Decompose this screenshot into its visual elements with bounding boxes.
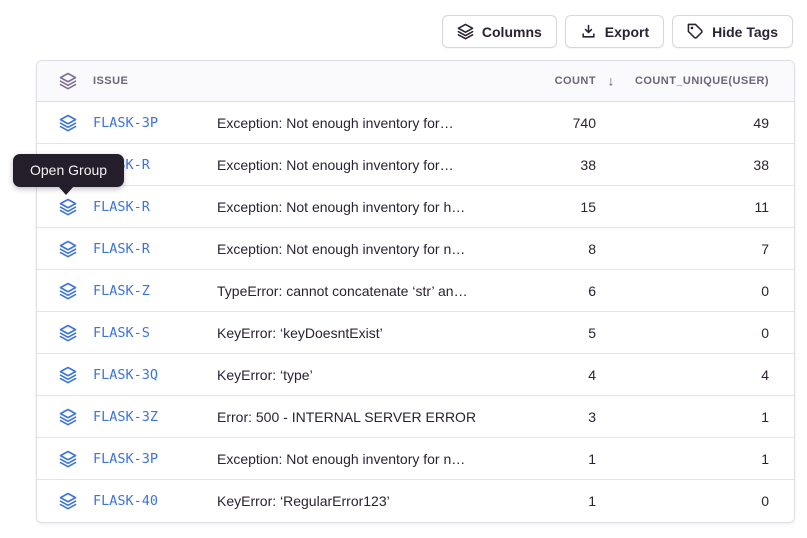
count-unique-value: 1 [596,451,769,467]
layers-icon[interactable] [59,492,77,510]
count-value: 3 [496,409,596,425]
count-unique-value: 11 [596,199,769,215]
layers-icon[interactable] [59,324,77,342]
table-row: FLASK-R Exception: Not enough inventory … [37,228,794,270]
table-row: FLASK-R Exception: Not enough inventory … [37,144,794,186]
layers-icon[interactable] [59,282,77,300]
tag-icon [687,23,704,40]
issues-table: ISSUE COUNT↓ COUNT_UNIQUE(USER) FLAS [36,60,795,523]
issue-cell: FLASK-R [37,198,217,216]
toolbar: Columns Export Hide Tags [442,15,793,48]
issue-cell: FLASK-3P [37,450,217,468]
issue-link[interactable]: FLASK-3P [93,115,158,131]
table-row: FLASK-3P Exception: Not enough inventory… [37,438,794,480]
count-value: 8 [496,241,596,257]
issue-cell: FLASK-S [37,324,217,342]
sort-desc-icon: ↓ [608,72,615,88]
columns-button-label: Columns [482,24,542,40]
count-unique-value: 49 [596,115,769,131]
hide-tags-button[interactable]: Hide Tags [672,15,793,48]
issue-link[interactable]: FLASK-Z [93,283,150,299]
issue-title: Exception: Not enough inventory for… [217,157,496,173]
column-header-issue-label: ISSUE [93,75,128,87]
issue-title: Exception: Not enough inventory for h… [217,199,496,215]
table-row: FLASK-3Z Error: 500 - INTERNAL SERVER ER… [37,396,794,438]
count-value: 1 [496,451,596,467]
layers-icon[interactable] [59,450,77,468]
layers-icon[interactable] [59,366,77,384]
open-group-tooltip: Open Group [13,154,124,187]
layers-icon[interactable] [59,408,77,426]
table-row: FLASK-3P Exception: Not enough inventory… [37,102,794,144]
layers-icon [457,23,474,40]
table-body: FLASK-3P Exception: Not enough inventory… [37,102,794,522]
count-unique-value: 0 [596,493,769,509]
count-unique-value: 4 [596,367,769,383]
count-unique-value: 1 [596,409,769,425]
count-value: 38 [496,157,596,173]
count-value: 740 [496,115,596,131]
count-value: 15 [496,199,596,215]
issue-title: KeyError: ‘RegularError123’ [217,493,496,509]
layers-icon [59,72,77,90]
columns-button[interactable]: Columns [442,15,557,48]
table-row: FLASK-40 KeyError: ‘RegularError123’ 1 0 [37,480,794,522]
issue-cell: FLASK-3Q [37,366,217,384]
issue-cell: FLASK-3Z [37,408,217,426]
count-unique-value: 38 [596,157,769,173]
issue-title: Exception: Not enough inventory for n… [217,241,496,257]
table-row: FLASK-3Q KeyError: ‘type’ 4 4 [37,354,794,396]
table-header: ISSUE COUNT↓ COUNT_UNIQUE(USER) [37,61,794,102]
column-header-count[interactable]: COUNT↓ [496,75,596,87]
count-value: 1 [496,493,596,509]
count-value: 4 [496,367,596,383]
table-row: FLASK-R Exception: Not enough inventory … [37,186,794,228]
issue-link[interactable]: FLASK-3P [93,451,158,467]
layers-icon[interactable] [59,114,77,132]
count-unique-value: 0 [596,283,769,299]
column-header-count-unique[interactable]: COUNT_UNIQUE(USER) [596,75,769,87]
layers-icon[interactable] [59,198,77,216]
issue-cell: FLASK-Z [37,282,217,300]
table-row: FLASK-Z TypeError: cannot concatenate ‘s… [37,270,794,312]
export-button[interactable]: Export [565,15,664,48]
count-unique-value: 7 [596,241,769,257]
issue-link[interactable]: FLASK-R [93,241,150,257]
tooltip-caret [58,186,74,195]
issue-cell: FLASK-3P [37,114,217,132]
issue-link[interactable]: FLASK-S [93,325,150,341]
issue-link[interactable]: FLASK-R [93,199,150,215]
issue-title: KeyError: ‘keyDoesntExist’ [217,325,496,341]
open-group-tooltip-label: Open Group [30,162,107,178]
issue-cell: FLASK-40 [37,492,217,510]
layers-icon[interactable] [59,240,77,258]
table-row: FLASK-S KeyError: ‘keyDoesntExist’ 5 0 [37,312,794,354]
hide-tags-button-label: Hide Tags [712,24,778,40]
issue-title: TypeError: cannot concatenate ‘str’ an… [217,283,496,299]
export-button-label: Export [605,24,649,40]
issue-link[interactable]: FLASK-40 [93,493,158,509]
issue-link[interactable]: FLASK-3Z [93,409,158,425]
issue-link[interactable]: FLASK-3Q [93,367,158,383]
issue-cell: FLASK-R [37,240,217,258]
issue-title: KeyError: ‘type’ [217,367,496,383]
issue-title: Exception: Not enough inventory for n… [217,451,496,467]
column-header-count-label: COUNT [555,75,596,87]
issue-title: Error: 500 - INTERNAL SERVER ERROR [217,409,496,425]
count-unique-value: 0 [596,325,769,341]
issue-title: Exception: Not enough inventory for… [217,115,496,131]
download-icon [580,23,597,40]
column-header-issue[interactable]: ISSUE [37,72,217,90]
count-value: 5 [496,325,596,341]
count-value: 6 [496,283,596,299]
